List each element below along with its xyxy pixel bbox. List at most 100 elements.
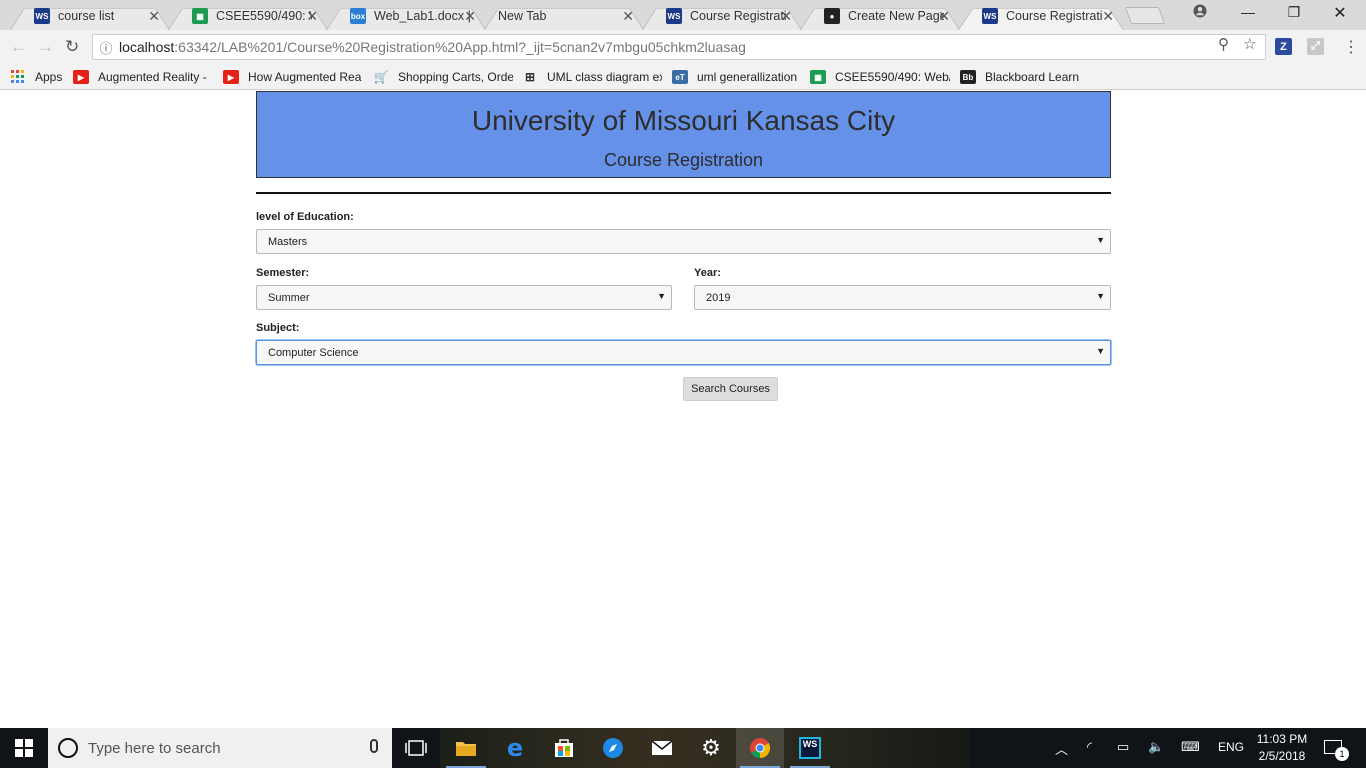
window-close-icon[interactable]: ✕ <box>1320 3 1360 23</box>
bookmark-uml-generalization[interactable]: eT uml generallization <box>672 68 802 86</box>
windows-start-icon[interactable] <box>0 728 48 768</box>
dropdown-arrow-icon: ▼ <box>657 291 666 301</box>
tab-title: Create New Page <box>848 9 944 23</box>
taskbar-search[interactable]: Type here to search <box>48 728 392 768</box>
dropdown-arrow-icon: ▼ <box>1096 291 1105 301</box>
sheets-icon: ▦ <box>192 8 208 24</box>
box-icon: box <box>350 8 366 24</box>
bookmark-uml-class[interactable]: ⊞ UML class diagram ex <box>522 68 662 86</box>
et-icon: eT <box>672 70 688 84</box>
reload-icon[interactable]: ↻ <box>65 37 79 57</box>
close-icon[interactable]: ✕ <box>938 8 950 25</box>
webstorm-icon: WS <box>34 8 50 24</box>
address-host: localhost <box>119 39 175 55</box>
clock[interactable]: 11:03 PM 2/5/2018 <box>1254 731 1310 765</box>
tab-title: New Tab <box>498 9 547 23</box>
microphone-icon[interactable] <box>370 739 378 753</box>
tab-course-registration-active[interactable]: WS Course Registratio ✕ <box>958 2 1124 30</box>
close-icon[interactable]: ✕ <box>464 8 476 25</box>
tab-course-list[interactable]: WS course list ✕ <box>10 2 170 30</box>
tab-csee-sheet[interactable]: ▦ CSEE5590/490: We ✕ <box>168 2 328 30</box>
edge-icon[interactable]: e <box>491 728 539 768</box>
education-label: level of Education: <box>256 211 354 223</box>
show-hidden-icons-icon[interactable]: ︿ <box>1055 739 1068 758</box>
compass-app-icon[interactable] <box>589 728 637 768</box>
cortana-icon <box>58 738 78 758</box>
subject-value: Computer Science <box>268 346 359 359</box>
subject-label: Subject: <box>256 322 300 334</box>
language-indicator[interactable]: ENG <box>1218 740 1244 754</box>
forward-icon[interactable]: → <box>37 37 54 57</box>
zoom-icon[interactable]: ⚲ <box>1218 35 1229 53</box>
bookmark-label: UML class diagram ex <box>547 70 662 84</box>
battery-icon[interactable]: ▭ <box>1117 739 1129 755</box>
bookmark-blackboard[interactable]: Bb Blackboard Learn <box>960 68 1090 86</box>
webstorm-icon: WS <box>982 8 998 24</box>
bookmark-csee[interactable]: ▦ CSEE5590/490: Web/ <box>810 68 950 86</box>
uml-icon: ⊞ <box>524 70 536 84</box>
bookmark-label: Shopping Carts, Orde <box>398 70 513 84</box>
info-icon[interactable]: ⓘ <box>93 38 119 57</box>
bookmark-shopping-carts[interactable]: 🛒 Shopping Carts, Orde <box>373 68 513 86</box>
address-bar[interactable]: ⓘ localhost:63342/LAB%201/Course%20Regis… <box>92 34 1266 60</box>
tab-new-tab[interactable]: New Tab ✕ <box>484 2 644 30</box>
extension-z-icon[interactable]: Z <box>1275 38 1292 55</box>
education-select[interactable]: Masters ▼ <box>256 229 1111 254</box>
divider <box>256 192 1111 194</box>
new-tab-button[interactable] <box>1124 7 1166 24</box>
clock-time: 11:03 PM <box>1256 732 1308 746</box>
tab-create-new-page[interactable]: ● Create New Page ✕ <box>800 2 960 30</box>
semester-select[interactable]: Summer ▼ <box>256 285 672 310</box>
semester-label: Semester: <box>256 267 310 279</box>
mail-icon[interactable] <box>638 728 686 768</box>
webstorm-icon: WS <box>666 8 682 24</box>
cart-icon: 🛒 <box>373 70 389 84</box>
youtube-icon: ▶ <box>73 70 89 84</box>
back-icon[interactable]: ← <box>10 37 27 57</box>
tab-strip: WS course list ✕ ▦ CSEE5590/490: We ✕ bo… <box>0 0 1366 30</box>
wifi-icon[interactable]: ◜ <box>1087 739 1092 755</box>
blackboard-icon: Bb <box>960 70 976 84</box>
taskbar: Type here to search e ⚙ WS ︿ ◜ ▭ 🔈 ⌨ ENG… <box>0 728 1366 768</box>
action-center-icon[interactable]: 1 <box>1324 740 1349 761</box>
tab-course-registration[interactable]: WS Course Registratio ✕ <box>642 2 802 30</box>
profile-icon[interactable] <box>1180 4 1220 21</box>
close-icon[interactable]: ✕ <box>622 8 634 25</box>
bookmark-label: uml generallization <box>697 70 798 84</box>
search-placeholder: Type here to search <box>88 739 221 757</box>
tab-title: CSEE5590/490: We <box>216 9 312 23</box>
close-icon[interactable]: ✕ <box>148 8 160 25</box>
sheets-icon: ▦ <box>810 70 826 84</box>
search-courses-button[interactable]: Search Courses <box>683 377 778 401</box>
close-icon[interactable]: ✕ <box>780 8 792 25</box>
education-value: Masters <box>268 235 308 248</box>
year-select[interactable]: 2019 ▼ <box>694 285 1111 310</box>
close-icon[interactable]: ✕ <box>306 8 318 25</box>
menu-icon[interactable]: ⋮ <box>1343 37 1359 57</box>
settings-gear-icon[interactable]: ⚙ <box>687 728 735 768</box>
bookmark-augmented-reality[interactable]: ▶ Augmented Reality - <box>73 68 213 86</box>
keyboard-icon[interactable]: ⌨ <box>1181 739 1200 755</box>
bookmark-how-augmented[interactable]: ▶ How Augmented Rea <box>223 68 363 86</box>
notification-count: 1 <box>1335 747 1349 761</box>
semester-value: Summer <box>268 291 310 304</box>
bookmark-star-icon[interactable]: ☆ <box>1243 35 1256 53</box>
webstorm-taskbar-icon[interactable]: WS <box>786 728 834 768</box>
chrome-icon[interactable] <box>736 728 784 768</box>
bookmarks-bar: Apps ▶ Augmented Reality - ▶ How Augment… <box>0 64 1366 90</box>
bookmark-label: Augmented Reality - <box>98 70 207 84</box>
task-view-icon[interactable] <box>392 728 440 768</box>
volume-icon[interactable]: 🔈 <box>1148 739 1164 755</box>
tab-web-lab1[interactable]: box Web_Lab1.docx | P ✕ <box>326 2 486 30</box>
browser-toolbar: ← → ↻ ⓘ localhost:63342/LAB%201/Course%2… <box>0 30 1366 64</box>
minimize-icon[interactable]: — <box>1228 4 1268 20</box>
subject-select[interactable]: Computer Science ▼ <box>256 340 1111 365</box>
tab-title: Web_Lab1.docx | P <box>374 9 470 23</box>
file-explorer-icon[interactable] <box>442 728 490 768</box>
store-icon[interactable] <box>540 728 588 768</box>
close-icon[interactable]: ✕ <box>1102 8 1114 25</box>
extension-pdf-icon[interactable]: ⤢ <box>1307 38 1324 55</box>
restore-icon[interactable]: ❐ <box>1274 4 1314 21</box>
bookmark-label: How Augmented Rea <box>248 70 362 84</box>
bookmark-apps[interactable]: Apps <box>10 68 70 86</box>
